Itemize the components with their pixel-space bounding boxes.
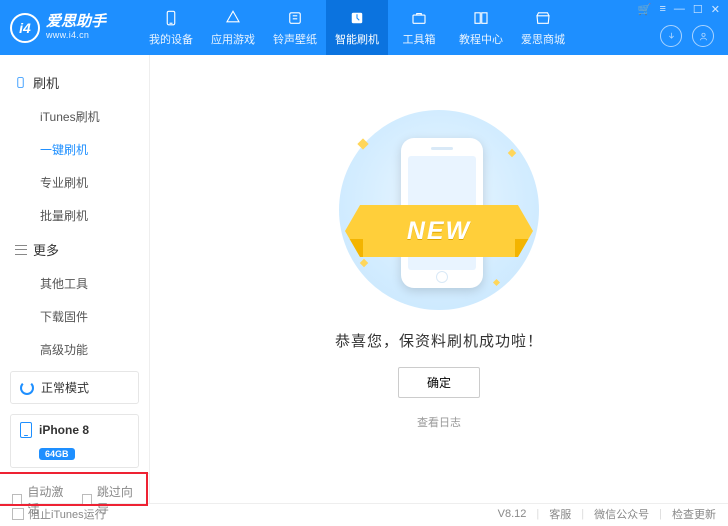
nav-store[interactable]: 爱思商城	[512, 0, 574, 55]
sidebar-item-pro-flash[interactable]: 专业刷机	[0, 166, 149, 199]
sidebar-group-label: 更多	[33, 240, 59, 259]
version-label: V8.12	[498, 508, 527, 520]
sidebar-item-download-fw[interactable]: 下载固件	[0, 300, 149, 333]
logo-icon: i4	[10, 13, 40, 43]
nav-label: 铃声壁纸	[273, 31, 317, 47]
cart-icon[interactable]: 🛒	[638, 3, 652, 16]
sidebar-item-batch-flash[interactable]: 批量刷机	[0, 199, 149, 232]
minimize-button[interactable]: —	[674, 3, 685, 16]
sidebar-item-oneclick-flash[interactable]: 一键刷机	[0, 133, 149, 166]
nav-label: 智能刷机	[335, 31, 379, 47]
nav-flash[interactable]: 智能刷机	[326, 0, 388, 55]
maximize-button[interactable]: ☐	[693, 3, 703, 16]
nav-label: 爱思商城	[521, 31, 565, 47]
nav-label: 应用游戏	[211, 31, 255, 47]
nav-ringtones[interactable]: 铃声壁纸	[264, 0, 326, 55]
apps-icon	[223, 8, 243, 28]
view-log-link[interactable]: 查看日志	[417, 414, 461, 430]
check-skip-guide[interactable]: 跳过向导	[82, 483, 138, 517]
nav-label: 工具箱	[403, 31, 436, 47]
sidebar-group-label: 刷机	[33, 73, 59, 92]
app-url: www.i4.cn	[46, 31, 106, 41]
top-nav: 我的设备 应用游戏 铃声壁纸 智能刷机 工具箱 教程中心 爱思商城	[140, 0, 574, 55]
device-name: iPhone 8	[39, 423, 89, 437]
success-message: 恭喜您，保资料刷机成功啦！	[335, 330, 543, 351]
check-auto-activate[interactable]: 自动激活	[12, 483, 68, 517]
nav-apps[interactable]: 应用游戏	[202, 0, 264, 55]
nav-tutorials[interactable]: 教程中心	[450, 0, 512, 55]
status-mode-box[interactable]: 正常模式	[10, 371, 139, 404]
app-name: 爱思助手	[46, 14, 106, 31]
device-box[interactable]: iPhone 8 64GB	[10, 414, 139, 468]
device-icon	[20, 422, 32, 438]
checkbox-icon	[82, 494, 92, 506]
store-icon	[533, 8, 553, 28]
checkbox-icon	[12, 494, 22, 506]
book-icon	[471, 8, 491, 28]
header-actions	[660, 25, 714, 47]
close-button[interactable]: ✕	[711, 3, 720, 16]
success-illustration: NEW	[339, 110, 539, 310]
sidebar-item-other-tools[interactable]: 其他工具	[0, 267, 149, 300]
sidebar-item-advanced[interactable]: 高级功能	[0, 333, 149, 366]
sidebar-group-more: 更多	[0, 232, 149, 267]
spinner-icon	[20, 381, 34, 395]
sidebar: 刷机 iTunes刷机 一键刷机 专业刷机 批量刷机 更多 其他工具 下载固件 …	[0, 55, 150, 503]
nav-toolbox[interactable]: 工具箱	[388, 0, 450, 55]
toolbox-icon	[409, 8, 429, 28]
phone-outline-icon	[14, 76, 27, 89]
nav-label: 我的设备	[149, 31, 193, 47]
logo-area: i4 爱思助手 www.i4.cn	[10, 13, 140, 43]
nav-my-device[interactable]: 我的设备	[140, 0, 202, 55]
window-controls: 🛒 ≡ — ☐ ✕	[638, 3, 720, 16]
titlebar: 🛒 ≡ — ☐ ✕ i4 爱思助手 www.i4.cn 我的设备 应用游戏 铃声…	[0, 0, 728, 55]
user-icon[interactable]	[692, 25, 714, 47]
check-label: 跳过向导	[97, 483, 137, 517]
ok-button[interactable]: 确定	[398, 367, 480, 398]
settings-icon[interactable]: ≡	[659, 3, 665, 16]
storage-badge: 64GB	[39, 448, 75, 460]
bottom-checks: 自动激活 跳过向导	[0, 473, 149, 526]
status-mode-label: 正常模式	[41, 379, 89, 396]
update-link[interactable]: 检查更新	[672, 506, 716, 522]
hamburger-icon	[14, 243, 27, 256]
main: 刷机 iTunes刷机 一键刷机 专业刷机 批量刷机 更多 其他工具 下载固件 …	[0, 55, 728, 503]
sidebar-item-itunes-flash[interactable]: iTunes刷机	[0, 100, 149, 133]
wechat-link[interactable]: 微信公众号	[594, 506, 649, 522]
ringtone-icon	[285, 8, 305, 28]
sidebar-group-flash: 刷机	[0, 65, 149, 100]
download-icon[interactable]	[660, 25, 682, 47]
phone-icon	[161, 8, 181, 28]
nav-label: 教程中心	[459, 31, 503, 47]
check-label: 自动激活	[27, 483, 67, 517]
support-link[interactable]: 客服	[549, 506, 571, 522]
flash-icon	[347, 8, 367, 28]
content-area: NEW 恭喜您，保资料刷机成功啦！ 确定 查看日志	[150, 55, 728, 503]
new-ribbon: NEW	[345, 205, 533, 257]
